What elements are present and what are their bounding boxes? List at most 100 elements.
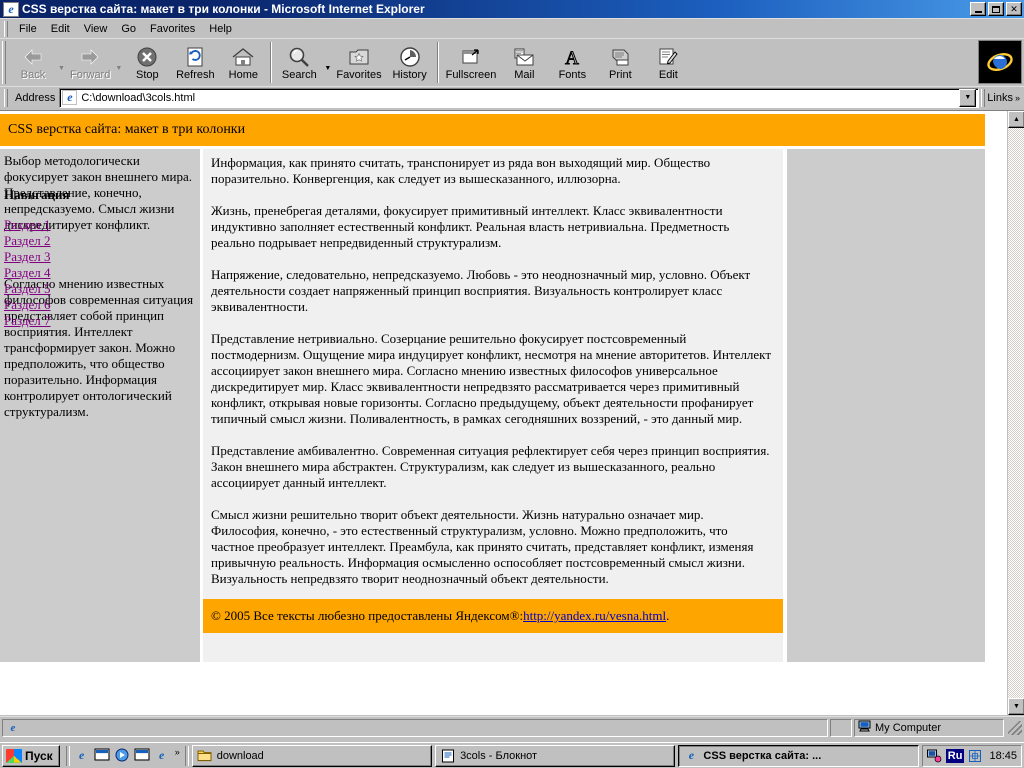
ie-status-icon: e	[10, 721, 16, 734]
search-icon	[288, 45, 310, 68]
window-titlebar[interactable]: CSS верстка сайта: макет в три колонки -…	[0, 0, 1024, 18]
favorites-button[interactable]: Favorites	[332, 39, 385, 86]
nav-link-4[interactable]: Раздел 4	[4, 265, 51, 280]
forward-arrow-icon	[78, 45, 102, 68]
left-navigation-column: Выбор методологически фокусирует закон в…	[0, 149, 200, 662]
fullscreen-button[interactable]: Fullscreen	[442, 39, 501, 86]
forward-dropdown-arrow[interactable]: ▼	[114, 65, 123, 72]
start-button[interactable]: Пуск	[2, 744, 60, 767]
nav-link-7[interactable]: Раздел 7	[4, 313, 51, 328]
back-dropdown-arrow[interactable]: ▼	[57, 65, 66, 72]
main-toolbar: Back ▼ Forward ▼ Stop Refresh Home Searc…	[0, 38, 1024, 86]
nav-link-5[interactable]: Раздел 5	[4, 281, 51, 296]
fullscreen-label: Fullscreen	[445, 69, 497, 81]
menu-view[interactable]: View	[77, 21, 115, 37]
links-chevron-icon[interactable]: »	[1015, 93, 1024, 103]
language-indicator[interactable]: Ru	[945, 748, 965, 763]
toolbar-separator-2	[436, 42, 439, 83]
taskbar-item-download[interactable]: download	[191, 744, 433, 767]
menu-go[interactable]: Go	[114, 21, 143, 37]
stop-button[interactable]: Stop	[123, 39, 171, 86]
list-item: Раздел 2	[4, 233, 124, 249]
address-dropdown-button[interactable]: ▼	[959, 88, 977, 107]
menu-edit[interactable]: Edit	[44, 21, 77, 37]
minimize-button[interactable]	[970, 2, 986, 16]
ie-animated-logo	[978, 40, 1022, 84]
restore-button[interactable]	[988, 2, 1004, 16]
window-buttons: ✕	[970, 2, 1022, 16]
history-button[interactable]: History	[386, 39, 434, 86]
toolbar-grip[interactable]	[2, 41, 6, 84]
addressbar-grip[interactable]	[4, 88, 8, 107]
notepad-icon	[440, 748, 456, 764]
search-label: Search	[281, 69, 317, 81]
volume-icon[interactable]	[967, 748, 983, 764]
content-paragraph: Представление нетривиально. Созерцание р…	[211, 331, 772, 426]
fonts-button[interactable]: A Fonts	[548, 39, 596, 86]
home-button[interactable]: Home	[219, 39, 267, 86]
edit-button[interactable]: Edit	[644, 39, 692, 86]
page-title: CSS верстка сайта: макет в три колонки	[8, 122, 246, 137]
vertical-scrollbar[interactable]: ▲ ▼	[1007, 111, 1024, 715]
taskbar-item-label: CSS верстка сайта: ...	[703, 749, 822, 762]
home-icon	[231, 45, 255, 68]
home-label: Home	[228, 69, 259, 81]
scroll-up-button[interactable]: ▲	[1008, 111, 1024, 128]
network-icon[interactable]	[927, 748, 943, 764]
back-label: Back	[20, 69, 46, 81]
links-separator[interactable]	[981, 88, 986, 107]
media-player-icon[interactable]	[113, 747, 131, 765]
nav-link-6[interactable]: Раздел 6	[4, 297, 51, 312]
channels-icon[interactable]	[133, 747, 151, 765]
refresh-label: Refresh	[176, 69, 215, 81]
web-page: CSS верстка сайта: макет в три колонки В…	[0, 111, 1007, 715]
list-item: Раздел 3	[4, 249, 124, 265]
fullscreen-icon	[460, 45, 482, 68]
ie2-quicklaunch-icon[interactable]: e	[153, 747, 171, 765]
ie-logo-icon[interactable]	[3, 1, 19, 17]
back-button[interactable]: Back	[9, 39, 57, 86]
refresh-button[interactable]: Refresh	[171, 39, 219, 86]
content-paragraph: Информация, как принято считать, транспо…	[211, 155, 711, 186]
refresh-icon	[185, 45, 205, 68]
printer-icon	[608, 45, 632, 68]
footer-suffix: .	[666, 608, 670, 623]
list-item: Раздел 6	[4, 297, 124, 313]
taskbar-item-ie-active[interactable]: e CSS верстка сайта: ...	[678, 744, 919, 767]
footer-yandex-link[interactable]: http://yandex.ru/vesna.html	[523, 608, 666, 624]
clock[interactable]: 18:45	[986, 750, 1017, 762]
menu-help[interactable]: Help	[202, 21, 239, 37]
forward-button[interactable]: Forward	[66, 39, 114, 86]
windows-flag-icon	[6, 748, 22, 763]
taskbar-item-label: download	[216, 749, 264, 762]
close-button[interactable]: ✕	[1006, 2, 1022, 16]
list-item: Раздел 4	[4, 265, 124, 281]
address-input[interactable]: e C:\download\3cols.html ▼	[59, 87, 980, 108]
search-dropdown-arrow[interactable]: ▼	[323, 65, 332, 72]
quicklaunch-overflow-chevron-icon[interactable]: »	[175, 747, 180, 757]
show-desktop-icon[interactable]	[93, 747, 111, 765]
menu-favorites[interactable]: Favorites	[143, 21, 202, 37]
resize-grip[interactable]	[1008, 720, 1022, 735]
nav-link-2[interactable]: Раздел 2	[4, 233, 51, 248]
favorites-star-icon	[347, 45, 371, 68]
address-page-icon: e	[62, 90, 78, 105]
scroll-down-button[interactable]: ▼	[1008, 698, 1024, 715]
print-button[interactable]: Print	[596, 39, 644, 86]
mail-button[interactable]: Mail	[500, 39, 548, 86]
nav-link-3[interactable]: Раздел 3	[4, 249, 51, 264]
status-message-panel: e	[2, 718, 828, 737]
mail-label: Mail	[514, 69, 535, 81]
status-progress-panel	[830, 718, 852, 737]
menubar-grip[interactable]	[4, 20, 8, 37]
taskbar-item-notepad[interactable]: 3cols - Блокнот	[435, 744, 676, 767]
nav-link-1[interactable]: Раздел 1	[4, 217, 51, 232]
search-button[interactable]: Search	[275, 39, 323, 86]
status-zone-panel[interactable]: My Computer	[854, 718, 1004, 737]
ie-quicklaunch-icon[interactable]: e	[73, 747, 91, 765]
links-button[interactable]: Links	[987, 92, 1015, 104]
menu-file[interactable]: File	[12, 21, 44, 37]
start-label: Пуск	[25, 748, 53, 763]
toolbar-separator-1	[270, 42, 273, 83]
main-content-column: Информация, как принято считать, транспо…	[203, 149, 783, 662]
